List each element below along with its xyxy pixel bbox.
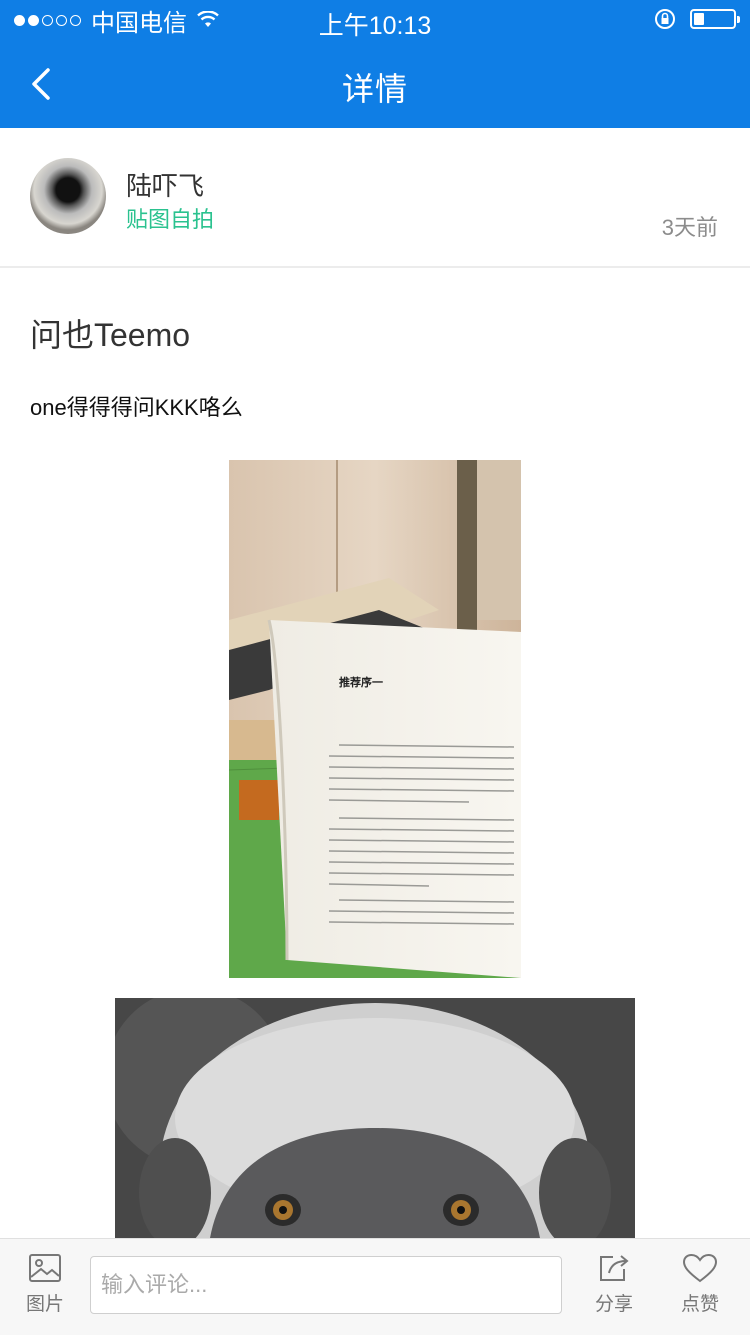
post-time: 3天前 xyxy=(661,215,718,240)
book-heading: 推荐序一 xyxy=(339,675,383,689)
post-title: 问也Teemo xyxy=(30,317,191,353)
navigation-bar: 详情 xyxy=(0,40,750,128)
post-image-book[interactable]: 推荐序一 xyxy=(229,460,521,978)
rotation-lock-icon xyxy=(655,9,675,29)
battery-fill xyxy=(694,13,704,25)
battery-icon xyxy=(690,9,740,29)
heart-icon xyxy=(682,1253,718,1283)
status-time: 上午10:13 xyxy=(318,12,432,40)
image-button-label: 图片 xyxy=(25,1294,64,1315)
comment-input[interactable] xyxy=(90,1256,562,1314)
author-header: 陆吓飞 贴图自拍 3天前 xyxy=(0,128,750,268)
bottom-action-bar: 图片 分享 点赞 xyxy=(0,1238,750,1335)
share-icon xyxy=(600,1255,629,1281)
picture-icon xyxy=(29,1254,61,1282)
share-button-label: 分享 xyxy=(594,1294,633,1315)
like-button-label: 点赞 xyxy=(680,1294,719,1315)
image-button[interactable]: 图片 xyxy=(22,1253,68,1316)
status-bar: 中国电信 上午10:13 xyxy=(0,0,750,40)
book-photo-illustration: 推荐序一 xyxy=(229,460,521,978)
lemur-photo-illustration xyxy=(115,998,635,1238)
category-tag[interactable]: 贴图自拍 xyxy=(126,202,214,234)
post-image-lemur[interactable] xyxy=(115,998,635,1238)
share-button[interactable]: 分享 xyxy=(590,1253,638,1316)
avatar[interactable] xyxy=(30,158,106,234)
post-body: one得得得问KKK咯么 xyxy=(30,395,243,420)
status-right xyxy=(654,8,740,30)
page-title: 详情 xyxy=(341,71,408,107)
like-button[interactable]: 点赞 xyxy=(676,1253,724,1316)
author-name[interactable]: 陆吓飞 xyxy=(126,166,204,203)
